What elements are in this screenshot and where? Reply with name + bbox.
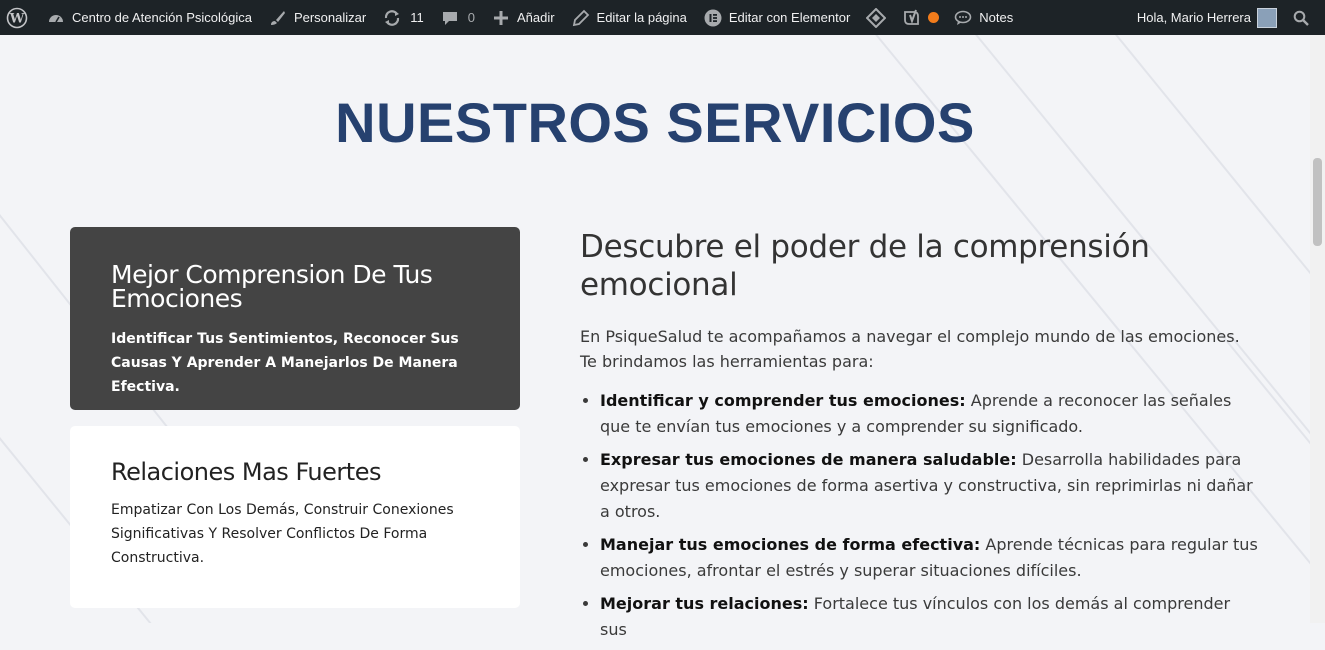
notes-label: Notes xyxy=(979,10,1014,25)
edit-elementor-label: Editar con Elementor xyxy=(728,10,851,25)
comment-icon xyxy=(440,8,460,28)
wordpress-icon: W xyxy=(6,7,28,28)
search-icon xyxy=(1293,10,1309,26)
list-item-bold: Expresar tus emociones de manera saludab… xyxy=(600,450,1017,469)
pencil-icon xyxy=(571,8,591,28)
comments-link[interactable]: 0 xyxy=(432,0,483,35)
paintbrush-icon xyxy=(268,8,288,28)
list-item: Manejar tus emociones de forma efectiva:… xyxy=(600,532,1260,584)
diamond-icon xyxy=(866,7,887,28)
service-card-text: Empatizar Con Los Demás, Construir Conex… xyxy=(111,502,454,566)
wordpress-logo-button[interactable]: W xyxy=(0,0,38,35)
updates-link[interactable]: 11 xyxy=(374,0,432,35)
add-new-label: Añadir xyxy=(516,10,555,25)
admin-bar-right: Hola, Mario Herrera xyxy=(1129,0,1325,35)
list-item: Expresar tus emociones de manera saludab… xyxy=(600,447,1260,525)
search-button[interactable] xyxy=(1285,0,1325,35)
edit-page-label: Editar la página xyxy=(596,10,687,25)
avatar xyxy=(1257,7,1277,28)
benefits-list: Identificar y comprender tus emociones: … xyxy=(580,388,1260,643)
status-dot-icon xyxy=(928,12,940,23)
customize-link[interactable]: Personalizar xyxy=(260,0,374,35)
plus-icon xyxy=(491,8,511,28)
svg-text:W: W xyxy=(9,11,25,26)
list-item: Identificar y comprender tus emociones: … xyxy=(600,388,1260,440)
elementor-icon xyxy=(703,8,723,28)
diamond-plugin-button[interactable] xyxy=(858,0,894,35)
updates-count: 11 xyxy=(410,10,424,25)
admin-bar: W Centro de Atención Psicológica Persona… xyxy=(0,0,1325,35)
my-account-link[interactable]: Hola, Mario Herrera xyxy=(1129,0,1285,35)
greeting-label: Hola, Mario Herrera xyxy=(1136,10,1251,25)
edit-elementor-link[interactable]: Editar con Elementor xyxy=(695,0,858,35)
page-title: NUESTROS SERVICIOS xyxy=(335,91,975,154)
yoast-icon xyxy=(904,9,920,25)
service-card-emotions: Mejor Comprension De Tus Emociones Ident… xyxy=(70,227,520,410)
customize-label: Personalizar xyxy=(293,10,367,25)
scrollbar[interactable] xyxy=(1310,35,1325,623)
yoast-seo-button[interactable] xyxy=(894,0,926,35)
edit-page-link[interactable]: Editar la página xyxy=(563,0,695,35)
list-item-bold: Mejorar tus relaciones: xyxy=(600,594,809,613)
notes-link[interactable]: Notes xyxy=(945,0,1021,35)
list-item: Mejorar tus relaciones: Fortalece tus ví… xyxy=(600,591,1260,643)
list-item-bold: Manejar tus emociones de forma efectiva: xyxy=(600,535,981,554)
intro-paragraph: En PsiqueSalud te acompañamos a navegar … xyxy=(580,327,1240,371)
service-description: Descubre el poder de la comprensión emoc… xyxy=(580,228,1260,650)
updates-icon xyxy=(382,8,402,28)
list-item-bold: Identificar y comprender tus emociones: xyxy=(600,391,966,410)
comments-count: 0 xyxy=(467,10,475,25)
service-card-text: Identificar Tus Sentimientos, Reconocer … xyxy=(111,331,459,395)
speech-bubble-icon xyxy=(953,8,973,28)
add-new-link[interactable]: Añadir xyxy=(483,0,563,35)
dashboard-icon xyxy=(46,8,66,28)
section-heading: Descubre el poder de la comprensión emoc… xyxy=(580,229,1150,303)
scrollbar-thumb[interactable] xyxy=(1313,158,1322,246)
service-card-title: Mejor Comprension De Tus Emociones xyxy=(111,260,433,313)
service-card-relationships: Relaciones Mas Fuertes Empatizar Con Los… xyxy=(70,426,520,608)
seo-status-indicator[interactable] xyxy=(926,0,945,35)
service-card-title: Relaciones Mas Fuertes xyxy=(111,458,381,486)
site-name-link[interactable]: Centro de Atención Psicológica xyxy=(38,0,260,35)
site-name-label: Centro de Atención Psicológica xyxy=(72,10,252,25)
